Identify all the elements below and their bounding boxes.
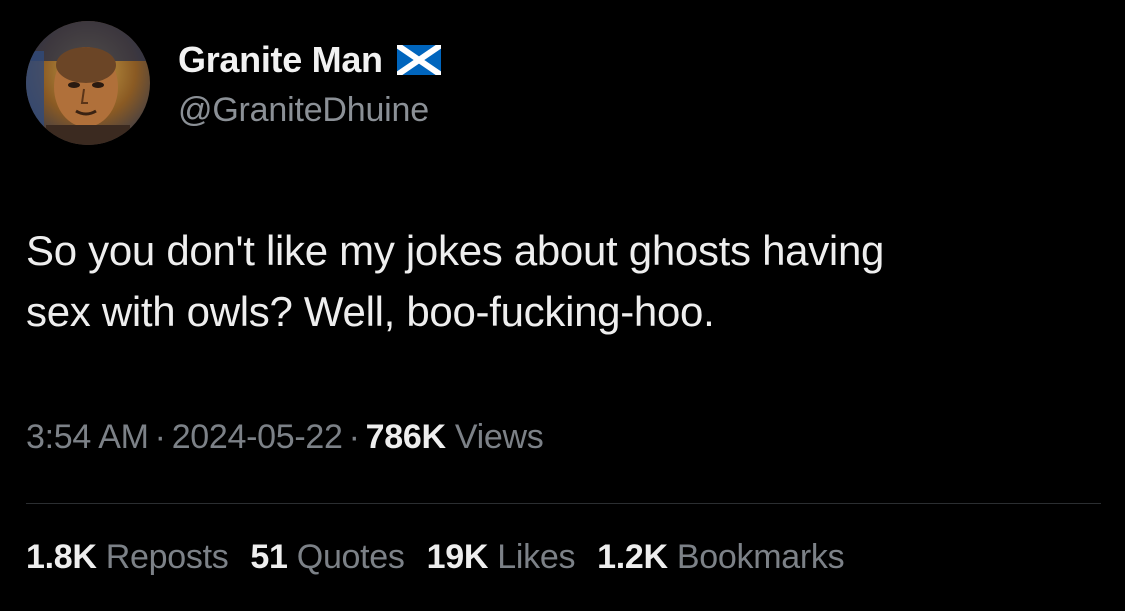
avatar-image — [26, 21, 150, 145]
avatar[interactable] — [26, 21, 150, 145]
tweet-meta: 3:54 AM · 2024-05-22 · 786K Views — [26, 418, 544, 457]
views-count: 786K — [365, 418, 446, 456]
likes-stat[interactable]: 19K Likes — [427, 538, 576, 577]
quotes-count: 51 — [250, 538, 288, 576]
tweet-text-line: So you don't like my jokes about ghosts … — [26, 227, 885, 274]
reposts-label: Reposts — [105, 538, 229, 576]
meta-separator: · — [154, 418, 166, 456]
scotland-flag-icon — [396, 44, 441, 75]
tweet-text-line: sex with owls? Well, boo-fucking-hoo. — [26, 288, 715, 335]
reposts-count: 1.8K — [26, 538, 97, 576]
tweet-card: Granite Man @GraniteDhuine So you don't … — [0, 0, 1125, 611]
likes-count: 19K — [426, 538, 489, 576]
tweet-header: Granite Man @GraniteDhuine — [26, 18, 441, 148]
views-label: Views — [454, 418, 544, 456]
tweet-time[interactable]: 3:54 AM — [26, 418, 149, 456]
tweet-stats: 1.8K Reposts 51 Quotes 19K Likes 1.2K Bo… — [26, 538, 866, 577]
display-name[interactable]: Granite Man — [178, 39, 383, 81]
likes-label: Likes — [497, 538, 576, 576]
tweet-date[interactable]: 2024-05-22 — [172, 418, 343, 456]
bookmarks-stat[interactable]: 1.2K Bookmarks — [597, 538, 844, 577]
tweet-text: So you don't like my jokes about ghosts … — [26, 220, 1086, 342]
name-row: Granite Man — [178, 37, 441, 83]
author-names: Granite Man @GraniteDhuine — [178, 37, 441, 130]
quotes-label: Quotes — [296, 538, 405, 576]
divider — [26, 503, 1101, 504]
author-handle[interactable]: @GraniteDhuine — [178, 91, 441, 130]
bookmarks-count: 1.2K — [597, 538, 668, 576]
meta-separator: · — [348, 418, 360, 456]
reposts-stat[interactable]: 1.8K Reposts — [26, 538, 229, 577]
quotes-stat[interactable]: 51 Quotes — [250, 538, 405, 577]
bookmarks-label: Bookmarks — [676, 538, 845, 576]
